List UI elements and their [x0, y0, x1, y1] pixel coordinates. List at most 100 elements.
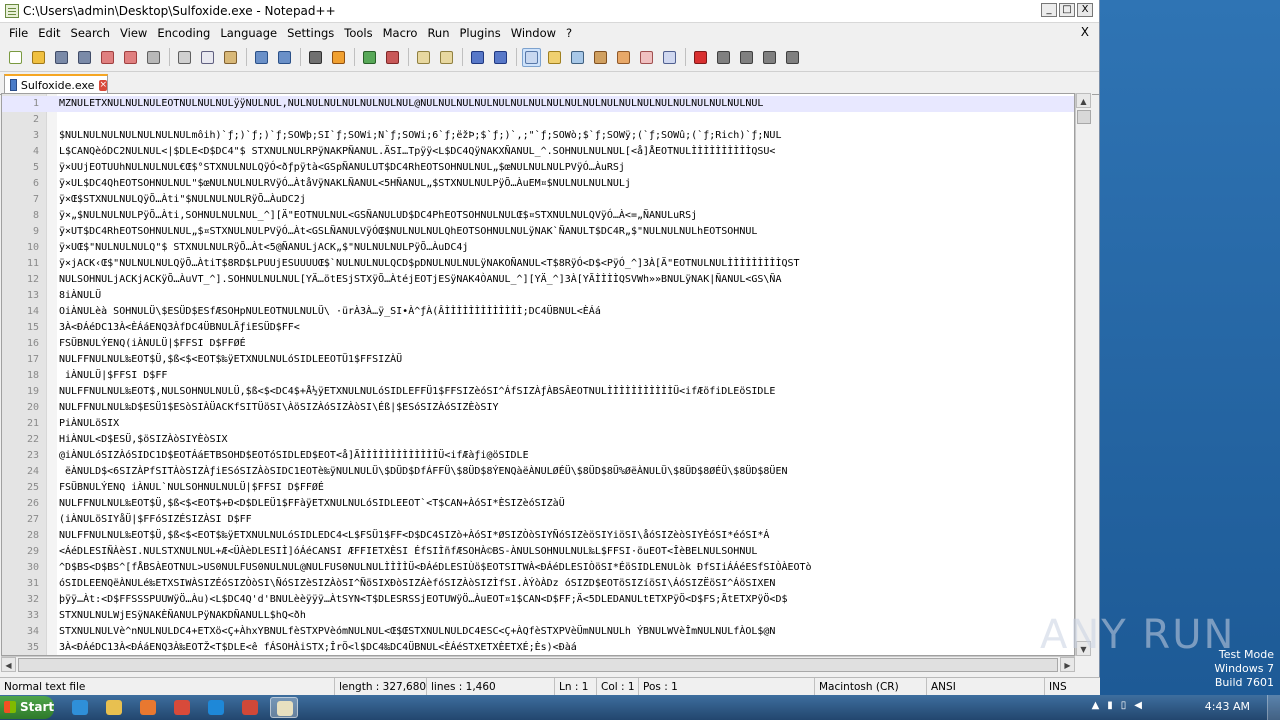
tab-close-icon[interactable]: × — [99, 79, 107, 91]
word-wrap-icon[interactable] — [468, 48, 487, 67]
cut-icon[interactable] — [175, 48, 194, 67]
line-text[interactable]: ÿ×UT$DC4RhEOTSOHNULNUL„$¤STXNULNULPVÿÓ…À… — [59, 224, 1074, 240]
play-multiple-icon[interactable] — [760, 48, 779, 67]
editor-line[interactable]: 14 OiÀNULèà SOHNULÜ\$ESÜD$ESfÆSOHpNULEOTN… — [2, 304, 1074, 320]
start-button[interactable]: Start — [0, 696, 54, 719]
sync-horizontal-icon[interactable] — [437, 48, 456, 67]
line-text[interactable]: NULSOHNULjACKjACKÿÕ…ÀuVT_^].SOHNULNULNUL… — [59, 272, 1074, 288]
eye-icon[interactable] — [660, 48, 679, 67]
chrome-taskbar-icon[interactable] — [168, 697, 196, 718]
line-text[interactable]: ÿ×Œ$STXNULNULQÿÕ…Àti"$NULNULNULRÿÕ…ÀuDC2… — [59, 192, 1074, 208]
line-text[interactable]: 3À<ÐÁéDC13À<ÈÁáENQ3ÀfDC4ÜBNULÃƒiESÜD$FF< — [59, 320, 1074, 336]
replace-icon[interactable] — [329, 48, 348, 67]
explorer-taskbar-icon[interactable] — [100, 697, 128, 718]
ie-taskbar-icon[interactable] — [66, 697, 94, 718]
menu-encoding[interactable]: Encoding — [152, 26, 215, 40]
new-file-icon[interactable] — [6, 48, 25, 67]
app-grid-taskbar-icon[interactable] — [236, 697, 264, 718]
editor-line[interactable]: 2 — [2, 112, 1074, 128]
line-text[interactable]: HiÀNUL<D$ESÜ,$öSIZÀòSIYÈòSIX — [59, 432, 1074, 448]
line-text[interactable]: NULFFNULNUL‰EOT$Ü,$ß<$<EOT$+Ð<D$DLEÜ1$FF… — [59, 496, 1074, 512]
editor-line[interactable]: 17 NULFFNULNUL‰EOT$Ü,$ß<$<EOT$‰ÿETXNULNUL… — [2, 352, 1074, 368]
line-text[interactable]: ÿ×UŒ$"NULNULNULQ"$ STXNULNULRÿÕ…Àt<5@ÑAN… — [59, 240, 1074, 256]
line-text[interactable]: FSÜBNULÝENQ(iÀNULÜ|$FFSI D$FFØÉ — [59, 336, 1074, 352]
title-bar[interactable]: C:\Users\admin\Desktop\Sulfoxide.exe - N… — [0, 0, 1099, 23]
menu-run[interactable]: Run — [422, 26, 454, 40]
line-text[interactable]: FSÜBNULÝENQ iÀNUL`NULSOHNULNULÜ|$FFSI D$… — [59, 480, 1074, 496]
editor-line[interactable]: 3 $NULNULNULNULNULNULNULmôih)`ƒ;)`ƒ;)`ƒ;S… — [2, 128, 1074, 144]
minimize-button[interactable]: _ — [1041, 3, 1057, 17]
line-text[interactable]: <ÁéDLESIÑÀèSI.NULSTXNULNUL+Æ<ÜÀèDLESIÌ]ó… — [59, 544, 1074, 560]
line-text[interactable]: ëÀNULD$<6SIZÀPfSITÀòSIZÀƒiESóSIZÀòSIDC1E… — [59, 464, 1074, 480]
line-text[interactable]: STXNULNULVè^nNULNULDC4+ETXö<Ç+ÀhxYBNULfè… — [59, 624, 1074, 640]
system-tray-icons[interactable]: ▲▮▯◀ — [1092, 700, 1150, 711]
editor-line[interactable]: 9 ÿ×UT$DC4RhEOTSOHNULNUL„$¤STXNULNULPVÿÓ…… — [2, 224, 1074, 240]
line-text[interactable]: ^D$BS<D$BS^[fÅBSÀEOTNUL>US0NULFUS0NULNUL… — [59, 560, 1074, 576]
menu-tools[interactable]: Tools — [339, 26, 377, 40]
open-file-icon[interactable] — [29, 48, 48, 67]
undo-icon[interactable] — [252, 48, 271, 67]
menu-help[interactable]: ? — [561, 26, 577, 40]
redo-icon[interactable] — [275, 48, 294, 67]
line-text[interactable]: (iÀNULöSIYåÜ|$FFóSIZÉSIZÀSI D$FF — [59, 512, 1074, 528]
scroll-left-icon[interactable]: ◀ — [1, 657, 16, 672]
close-document-button[interactable]: X — [1081, 25, 1089, 39]
line-text[interactable]: 3À<ÐÁéDC13À<ÐÁáENQ3À‰EOTŽ<T$DLE<ê fÁSOHÀ… — [59, 640, 1074, 655]
editor-line[interactable]: 13 8iÀNULÜ — [2, 288, 1074, 304]
doc-map-icon[interactable] — [568, 48, 587, 67]
horizontal-scrollbar[interactable]: ◀ ▶ — [1, 656, 1075, 673]
editor-line[interactable]: 1 MZNULETXNULNULNULEOTNULNULNULÿÿNULNUL,N… — [2, 96, 1074, 112]
menu-window[interactable]: Window — [506, 26, 561, 40]
editor-line[interactable]: 4 L$CANQèóDC2NULNUL<|$DLE<D$DC4"$ STXNULN… — [2, 144, 1074, 160]
line-text[interactable]: NULFFNULNUL‰D$ESÜ1$ESòSIÀÜACKfSITÜöSI\Àö… — [59, 400, 1074, 416]
show-desktop-button[interactable] — [1267, 695, 1280, 720]
line-text[interactable]: NULFFNULNUL‰EOT$,NULSOHNULNULÜ,$ß<$<DC4$… — [59, 384, 1074, 400]
monitoring-icon[interactable] — [637, 48, 656, 67]
udl-icon[interactable] — [545, 48, 564, 67]
editor-line[interactable]: 31 óSIDLEENQëÀNULé‰ETXSIWÀSIZÉóSIZÒòSI\Ñó… — [2, 576, 1074, 592]
line-text[interactable]: 8iÀNULÜ — [59, 288, 1074, 304]
scroll-up-icon[interactable]: ▲ — [1076, 93, 1091, 108]
editor-line[interactable]: 28 NULFFNULNUL‰EOT$Ü,$ß<$<EOT$‰ÿETXNULNUL… — [2, 528, 1074, 544]
line-text[interactable]: @iÀNULóSIZÀóSIDC1D$EOTÁáETBSOHD$EOTóSIDL… — [59, 448, 1074, 464]
sync-vertical-icon[interactable] — [414, 48, 433, 67]
close-all-icon[interactable] — [121, 48, 140, 67]
editor-line[interactable]: 35 3À<ÐÁéDC13À<ÐÁáENQ3À‰EOTŽ<T$DLE<ê fÁSO… — [2, 640, 1074, 655]
editor-line[interactable]: 33 STXNULNULWjESÿNAKÈÑANULPÿNAKDÑANULL$hQ… — [2, 608, 1074, 624]
print-icon[interactable] — [144, 48, 163, 67]
vertical-scroll-thumb[interactable] — [1077, 110, 1091, 124]
save-icon[interactable] — [52, 48, 71, 67]
find-icon[interactable] — [306, 48, 325, 67]
line-text[interactable]: iÀNULÜ|$FFSI D$FF — [59, 368, 1074, 384]
copy-icon[interactable] — [198, 48, 217, 67]
line-text[interactable]: NULFFNULNUL‰EOT$Ü,$ß<$<EOT$‰ÿETXNULNULóS… — [59, 352, 1074, 368]
editor-line[interactable]: 30 ^D$BS<D$BS^[fÅBSÀEOTNUL>US0NULFUS0NULN… — [2, 560, 1074, 576]
media-player-taskbar-icon[interactable] — [134, 697, 162, 718]
tab-sulfoxide-exe[interactable]: Sulfoxide.exe × — [4, 74, 108, 94]
status-encoding[interactable]: ANSI — [926, 678, 1047, 696]
editor-line[interactable]: 34 STXNULNULVè^nNULNULDC4+ETXö<Ç+ÀhxYBNUL… — [2, 624, 1074, 640]
line-text[interactable]: OiÀNULèà SOHNULÜ\$ESÜD$ESfÆSOHpNULEOTNUL… — [59, 304, 1074, 320]
editor-line[interactable]: 7 ÿ×Œ$STXNULNULQÿÕ…Àti"$NULNULNULRÿÕ…ÀuDC… — [2, 192, 1074, 208]
editor-line[interactable]: 5 ÿ×UUjEOTUUhNULNULNUL€Œ$°STXNULNULQÿÓ<ðƒ… — [2, 160, 1074, 176]
editor-line[interactable]: 22 HiÀNUL<D$ESÜ,$öSIZÀòSIYÈòSIX — [2, 432, 1074, 448]
folder-workspace-icon[interactable] — [614, 48, 633, 67]
menu-settings[interactable]: Settings — [282, 26, 339, 40]
line-text[interactable]: PiÀNULöSIX — [59, 416, 1074, 432]
menu-edit[interactable]: Edit — [33, 26, 65, 40]
menu-view[interactable]: View — [115, 26, 152, 40]
editor-line[interactable]: 8 ÿ×„$NULNULNULPÿÕ…Àti,SOHNULNULNUL_^][Ä"… — [2, 208, 1074, 224]
editor-line[interactable]: 32 þÿÿ…Àt:<D$FFSSSPUUWÿÖ…Àu)<L$DC4Q'd'BNU… — [2, 592, 1074, 608]
editor-line[interactable]: 6 ÿ×UL$DC4QhEOTSOHNULNUL"$œNULNULNULRVÿÓ…… — [2, 176, 1074, 192]
maximize-button[interactable]: □ — [1059, 3, 1075, 17]
save-all-icon[interactable] — [75, 48, 94, 67]
editor-line[interactable]: 19 NULFFNULNUL‰EOT$,NULSOHNULNULÜ,$ß<$<DC… — [2, 384, 1074, 400]
editor-line[interactable]: 21 PiÀNULöSIX — [2, 416, 1074, 432]
notepadpp-taskbar-icon[interactable] — [270, 697, 298, 718]
close-icon[interactable] — [98, 48, 117, 67]
line-text[interactable]: ÿ×„$NULNULNULPÿÕ…Àti,SOHNULNULNUL_^][Ä"E… — [59, 208, 1074, 224]
line-text[interactable]: STXNULNULWjESÿNAKÈÑANULPÿNAKDÑANULL$hQ<ð… — [59, 608, 1074, 624]
editor-line[interactable]: 18 iÀNULÜ|$FFSI D$FF — [2, 368, 1074, 384]
menu-macro[interactable]: Macro — [378, 26, 423, 40]
menu-search[interactable]: Search — [66, 26, 116, 40]
